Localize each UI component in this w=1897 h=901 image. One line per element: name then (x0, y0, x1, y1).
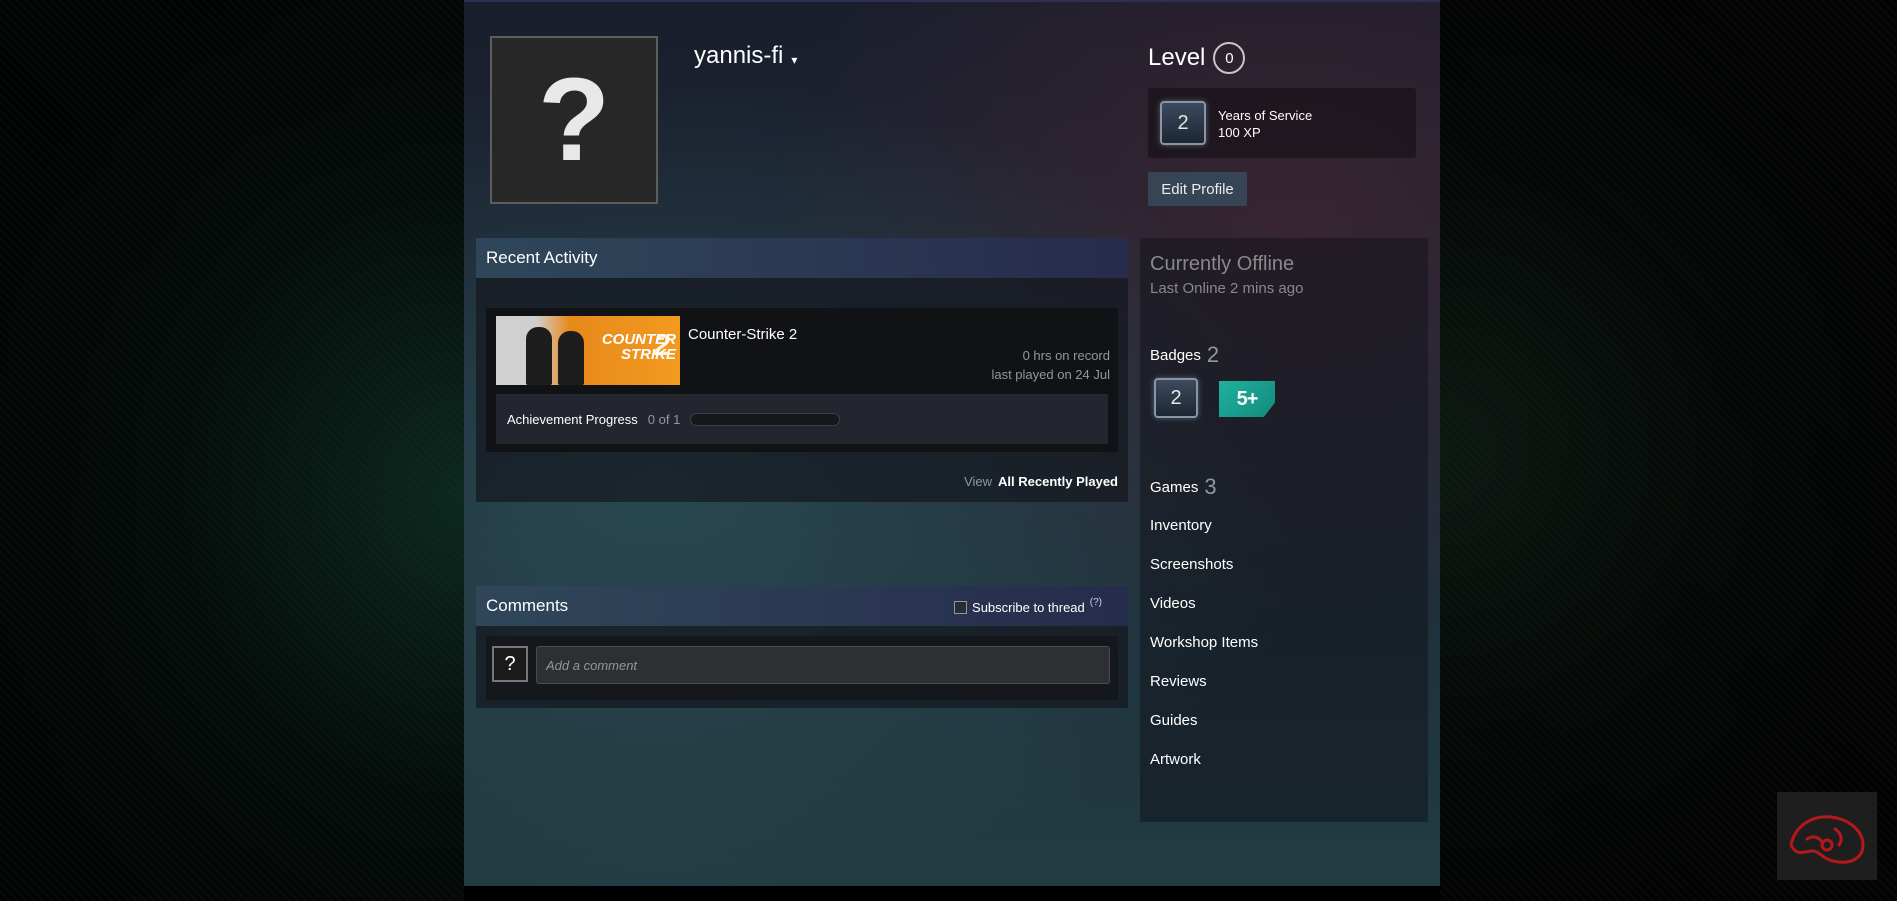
subscribe-checkbox[interactable] (954, 601, 968, 614)
avatar-placeholder-glyph: ? (537, 54, 611, 186)
badges-link[interactable]: Badges 2 (1150, 342, 1219, 368)
sidebar-link-inventory[interactable]: Inventory (1150, 517, 1212, 534)
level-value: 0 (1213, 42, 1246, 74)
last-played: last played on 24 Jul (991, 367, 1110, 382)
persona-name-dropdown[interactable]: yannis-fi ▾ (694, 42, 797, 70)
background-left (0, 0, 464, 901)
capsule-logo-number: 2 (653, 329, 670, 362)
badge-number: 2 (1177, 111, 1189, 134)
community-badge-icon[interactable]: 5+ (1219, 381, 1275, 417)
background-right (1440, 0, 1897, 901)
steering-wheel-graphic (1789, 815, 1865, 864)
all-recently-played-link[interactable]: All Recently Played (998, 474, 1118, 489)
profile-level: Level 0 (1148, 42, 1246, 74)
sidebar-link-artwork[interactable]: Artwork (1150, 751, 1201, 768)
games-count: 3 (1204, 474, 1217, 499)
badges-count: 2 (1206, 342, 1220, 367)
games-link[interactable]: Games 3 (1150, 474, 1217, 500)
level-label: Level (1148, 44, 1206, 71)
badge-xp: 100 XP (1218, 125, 1261, 140)
badge-label: 5+ (1236, 387, 1259, 410)
view-label: View (964, 474, 993, 489)
sidebar-link-workshop-items[interactable]: Workshop Items (1150, 634, 1258, 651)
chevron-down-icon: ▾ (791, 53, 798, 67)
comment-input[interactable]: Add a comment (536, 646, 1110, 684)
sidebar-link-reviews[interactable]: Reviews (1150, 673, 1207, 690)
profile-page: ? yannis-fi ▾ Level 0 2 Years of Service… (464, 2, 1440, 886)
recent-activity-header: Recent Activity (476, 238, 1128, 278)
years-of-service-badge-icon: 2 (1160, 101, 1206, 145)
sidebar-link-guides[interactable]: Guides (1150, 712, 1198, 729)
badge-info: Years of Service 100 XP (1218, 107, 1312, 141)
badge-number: 2 (1170, 386, 1182, 409)
badge-title: Years of Service (1218, 108, 1313, 123)
hours-on-record: 0 hrs on record (1022, 348, 1110, 363)
achievement-progress[interactable]: Achievement Progress 0 of 1 (496, 394, 1108, 444)
profile-sidebar: Currently Offline Last Online 2 mins ago… (1140, 238, 1428, 822)
commenter-avatar: ? (492, 646, 528, 682)
subscribe-to-thread[interactable]: Subscribe to thread (?) (954, 597, 1102, 615)
years-of-service-badge-icon[interactable]: 2 (1154, 378, 1198, 418)
badges-label: Badges (1150, 347, 1201, 364)
achievement-count: 0 of 1 (647, 411, 681, 427)
persona-name: yannis-fi (694, 42, 784, 69)
achievement-label: Achievement Progress (507, 411, 638, 427)
profile-avatar[interactable]: ? (490, 36, 658, 204)
comment-entry: ? Add a comment (486, 636, 1118, 700)
steering-wheel-icon[interactable] (1777, 792, 1877, 880)
view-all-recently-played: View All Recently Played (964, 474, 1118, 489)
game-name-link[interactable]: Counter-Strike 2 (688, 326, 797, 343)
featured-badge[interactable]: 2 Years of Service 100 XP (1148, 88, 1416, 158)
edit-profile-button[interactable]: Edit Profile (1148, 172, 1247, 206)
capsule-logo: COUNTER STRIKE 2 (564, 329, 676, 363)
game-capsule-image[interactable]: COUNTER STRIKE 2 (496, 316, 680, 385)
game-playtime: 0 hrs on record last played on 24 Jul (991, 346, 1110, 384)
online-status: Currently Offline (1150, 253, 1295, 275)
games-label: Games (1150, 479, 1199, 496)
recent-activity-panel: Recent Activity COUNTER STRIKE 2 Counter… (476, 238, 1128, 502)
achievement-progress-bar (690, 412, 841, 426)
sidebar-link-screenshots[interactable]: Screenshots (1150, 556, 1233, 573)
capsule-figure (526, 327, 552, 385)
sidebar-link-videos[interactable]: Videos (1150, 595, 1196, 612)
help-icon[interactable]: (?) (1090, 597, 1102, 608)
last-online: Last Online 2 mins ago (1150, 280, 1304, 297)
recent-game-card: COUNTER STRIKE 2 Counter-Strike 2 0 hrs … (486, 308, 1118, 452)
comments-panel: Comments Subscribe to thread (?) ? Add a… (476, 586, 1128, 708)
subscribe-label: Subscribe to thread (972, 600, 1085, 615)
